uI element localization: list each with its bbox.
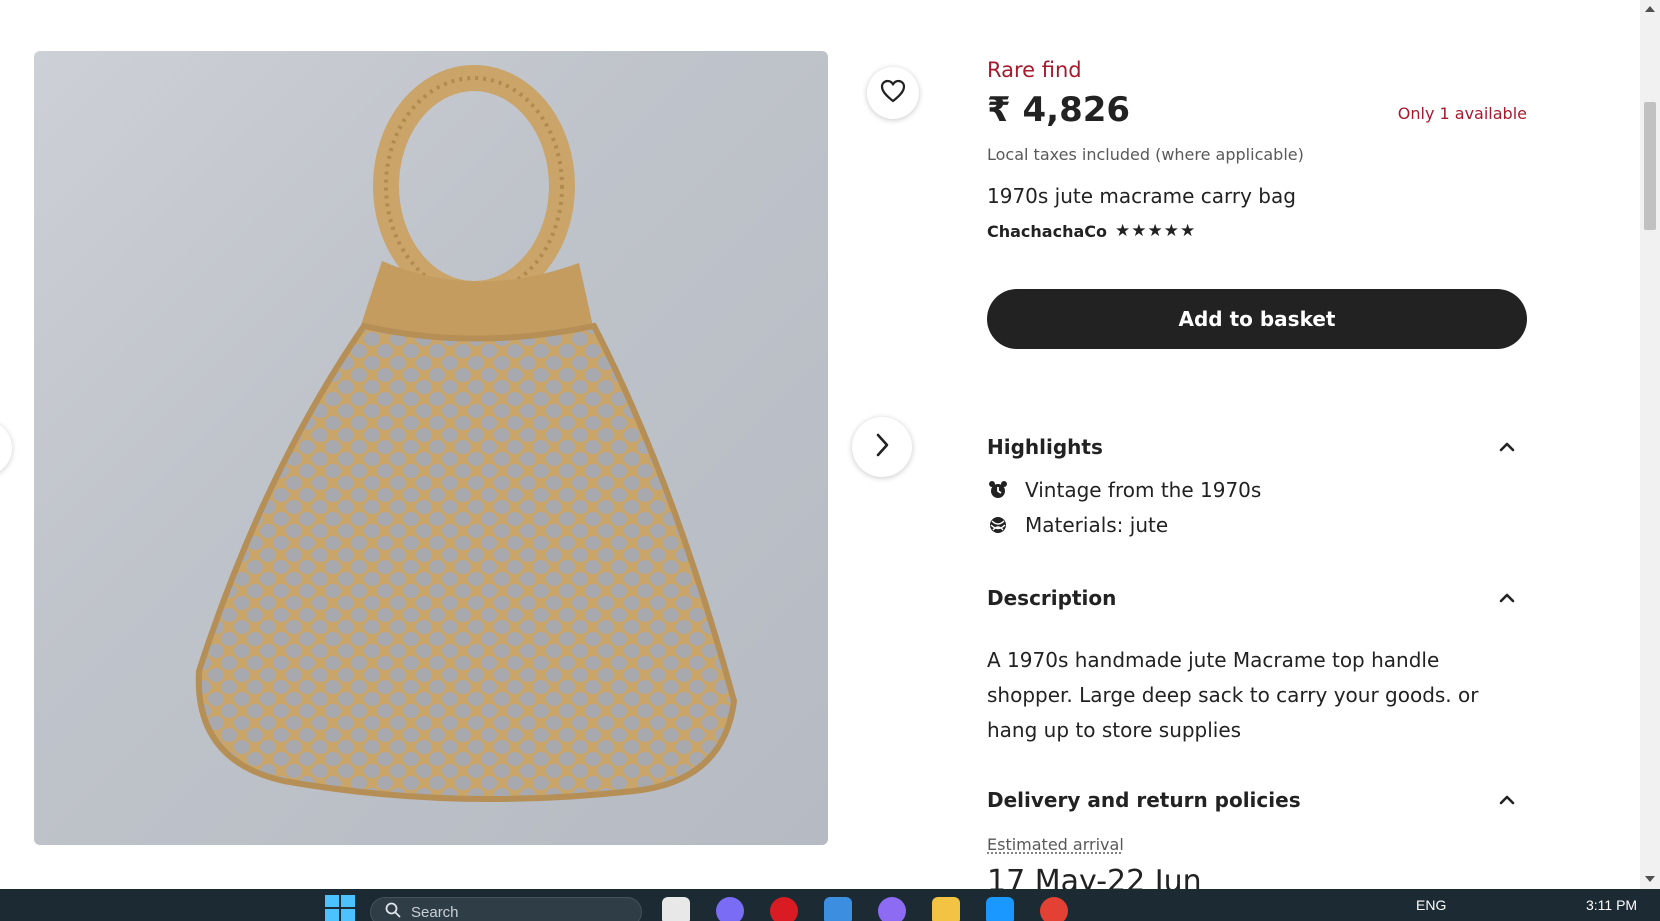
- language-indicator[interactable]: ENG: [1416, 897, 1446, 913]
- taskbar: Search ENG 3:11 PM: [0, 889, 1660, 921]
- scroll-up-arrow-icon[interactable]: [1645, 6, 1655, 12]
- teams-icon[interactable]: [716, 897, 744, 921]
- search-icon: [385, 902, 401, 921]
- chrome-icon[interactable]: [1040, 897, 1068, 921]
- highlight-item: Vintage from the 1970s: [987, 478, 1261, 502]
- star-rating[interactable]: ★★★★★: [1115, 221, 1196, 241]
- highlight-item: Materials: jute: [987, 513, 1168, 537]
- task-view-icon[interactable]: [662, 897, 690, 921]
- next-image-button[interactable]: [852, 417, 912, 477]
- jute-bag-illustration: [195, 65, 738, 802]
- product-title: 1970s jute macrame carry bag: [987, 184, 1296, 208]
- windows-start-icon[interactable]: [325, 895, 355, 921]
- heart-icon: [880, 79, 906, 107]
- chevron-right-icon: [872, 432, 892, 462]
- availability-note: Only 1 available: [1397, 104, 1527, 123]
- scroll-down-arrow-icon[interactable]: [1645, 876, 1655, 882]
- description-text: A 1970s handmade jute Macrame top handle…: [987, 648, 1479, 742]
- search-placeholder: Search: [411, 903, 459, 921]
- shop-name-link[interactable]: ChachachaCo: [987, 222, 1107, 241]
- rare-find-label: Rare find: [987, 58, 1082, 82]
- highlights-toggle[interactable]: Highlights: [987, 431, 1527, 463]
- app-icon[interactable]: [878, 897, 906, 921]
- delivery-toggle[interactable]: Delivery and return policies: [987, 784, 1527, 816]
- highlights-heading: Highlights: [987, 435, 1103, 459]
- page-scrollbar[interactable]: [1640, 0, 1660, 889]
- tax-note: Local taxes included (where applicable): [987, 145, 1304, 164]
- file-explorer-icon[interactable]: [932, 897, 960, 921]
- product-image[interactable]: [34, 51, 828, 845]
- shop-row: ChachachaCo ★★★★★: [987, 221, 1196, 241]
- listing-page: Rare find ₹ 4,826 Only 1 available Local…: [0, 0, 1660, 921]
- alarm-clock-icon: [987, 479, 1009, 501]
- taskbar-search[interactable]: Search: [370, 897, 642, 921]
- description-heading: Description: [987, 586, 1117, 610]
- opera-icon[interactable]: [770, 897, 798, 921]
- chevron-up-icon: [1495, 586, 1519, 610]
- chevron-up-icon: [1495, 435, 1519, 459]
- scroll-thumb[interactable]: [1644, 102, 1656, 230]
- highlight-label: Vintage from the 1970s: [1025, 478, 1262, 502]
- previous-image-button[interactable]: [0, 420, 12, 476]
- edge-icon[interactable]: [824, 897, 852, 921]
- estimated-arrival-label[interactable]: Estimated arrival: [987, 835, 1124, 854]
- yarn-ball-icon: [987, 514, 1009, 536]
- highlight-label: Materials: jute: [1025, 513, 1169, 537]
- prime-video-icon[interactable]: [986, 897, 1014, 921]
- description-toggle[interactable]: Description: [987, 582, 1527, 614]
- clock[interactable]: 3:11 PM: [1586, 897, 1637, 913]
- price: ₹ 4,826: [987, 90, 1131, 130]
- add-to-basket-button[interactable]: Add to basket: [987, 289, 1527, 349]
- favorite-button[interactable]: [867, 67, 919, 119]
- chevron-up-icon: [1495, 788, 1519, 812]
- delivery-heading: Delivery and return policies: [987, 788, 1301, 812]
